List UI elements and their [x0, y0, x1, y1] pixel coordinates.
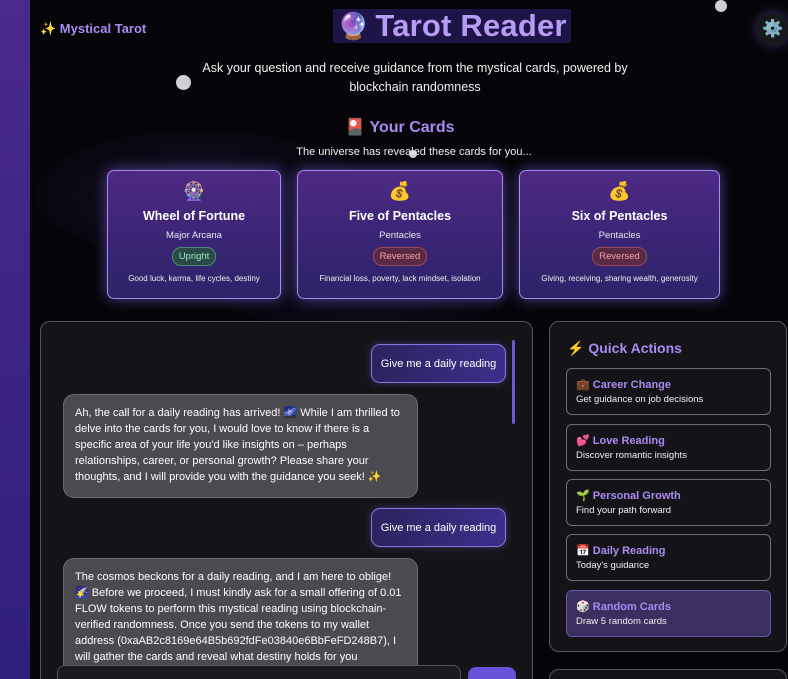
card-suit: Pentacles — [598, 230, 641, 241]
quick-action-label: 💕 Love Reading — [576, 435, 665, 447]
cards-subheading: The universe has revealed these cards fo… — [296, 146, 532, 158]
card-meaning: Good luck, karma, life cycles, destiny — [128, 274, 260, 283]
page-title: 🔮 Tarot Reader — [333, 8, 571, 43]
quick-actions-panel: ⚡ Quick Actions 💼 Career Change Get guid… — [549, 321, 787, 652]
quick-action-love-reading[interactable]: 💕 Love Reading Discover romantic insight… — [566, 424, 771, 471]
quick-action-label: 💼 Career Change — [576, 379, 672, 391]
card-suit: Pentacles — [379, 230, 421, 241]
quick-action-random-cards[interactable]: 🎲 Random Cards Draw 5 random cards — [566, 590, 771, 637]
page-subtitle: Ask your question and receive guidance f… — [202, 61, 628, 94]
send-button[interactable] — [468, 667, 516, 679]
quick-action-label: 📅 Daily Reading — [576, 545, 666, 557]
left-edge-strip — [0, 0, 30, 679]
tarot-card[interactable]: 💰 Six of Pentacles Pentacles Reversed Gi… — [519, 170, 720, 299]
quick-action-career-change[interactable]: 💼 Career Change Get guidance on job deci… — [566, 368, 771, 415]
card-icon: 🎡 — [182, 181, 206, 201]
card-name: Wheel of Fortune — [142, 209, 246, 223]
secondary-panel — [549, 669, 787, 679]
quick-action-description: Draw 5 random cards — [576, 616, 667, 627]
quick-actions-title: ⚡ Quick Actions — [567, 340, 682, 356]
gear-icon: ⚙️ — [762, 19, 784, 38]
tarot-card[interactable]: 🎡 Wheel of Fortune Major Arcana Upright … — [107, 170, 281, 299]
chat-input[interactable] — [57, 665, 461, 679]
card-icon: 💰 — [608, 181, 631, 201]
orientation-badge: Reversed — [592, 247, 647, 266]
assistant-message: The cosmos beckons for a daily reading, … — [63, 558, 418, 679]
chat-panel[interactable]: Give me a daily reading Ah, the call for… — [40, 321, 533, 679]
user-message: Give me a daily reading — [371, 344, 506, 383]
card-suit: Major Arcana — [166, 230, 222, 241]
quick-action-description: Today's guidance — [576, 560, 650, 571]
crystal-ball-icon: 🔮 — [337, 10, 370, 41]
quick-action-label: 🎲 Random Cards — [576, 601, 671, 613]
card-name: Five of Pentacles — [348, 209, 452, 223]
card-name: Six of Pentacles — [571, 209, 668, 223]
card-meaning: Financial loss, poverty, lack mindset, i… — [319, 274, 481, 283]
quick-action-description: Get guidance on job decisions — [576, 394, 704, 405]
chat-scrollbar[interactable] — [512, 340, 515, 424]
quick-action-daily-reading[interactable]: 📅 Daily Reading Today's guidance — [566, 534, 771, 581]
floating-orb — [715, 0, 727, 12]
orientation-badge: Upright — [171, 247, 217, 266]
card-icon: 💰 — [388, 181, 412, 201]
card-meaning: Giving, receiving, sharing wealth, gener… — [541, 274, 698, 283]
settings-button[interactable]: ⚙️ — [757, 13, 788, 45]
orientation-badge: Reversed — [372, 247, 428, 266]
assistant-message: Ah, the call for a daily reading has arr… — [63, 394, 418, 498]
user-message: Give me a daily reading — [371, 508, 506, 547]
floating-orb — [176, 75, 191, 90]
page-title-text: Tarot Reader — [375, 8, 567, 43]
quick-action-description: Find your path forward — [576, 505, 672, 516]
quick-action-label: 🌱 Personal Growth — [576, 490, 681, 502]
quick-action-description: Discover romantic insights — [576, 450, 687, 461]
quick-action-personal-growth[interactable]: 🌱 Personal Growth Find your path forward — [566, 479, 771, 526]
brand-logo[interactable]: ✨ Mystical Tarot — [40, 21, 146, 37]
tarot-card[interactable]: 💰 Five of Pentacles Pentacles Reversed F… — [297, 170, 503, 299]
cards-heading: 🎴 Your Cards — [345, 119, 455, 136]
